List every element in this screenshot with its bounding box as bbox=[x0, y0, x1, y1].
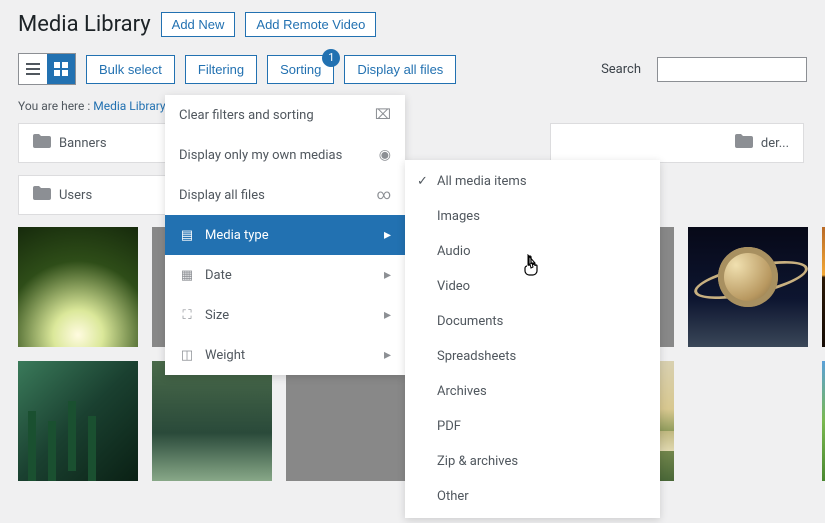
breadcrumb-sep: : bbox=[84, 99, 93, 113]
media-thumbnail[interactable] bbox=[152, 361, 272, 481]
filter-label: Date bbox=[205, 268, 232, 283]
filter-weight[interactable]: ◫ Weight ▸ bbox=[165, 335, 405, 375]
size-icon: ⛶ bbox=[179, 308, 195, 323]
filter-media-type[interactable]: ▤ Media type ▸ bbox=[165, 215, 405, 255]
filter-label: Size bbox=[205, 308, 229, 323]
search-input[interactable] bbox=[657, 57, 807, 82]
chevron-right-icon: ▸ bbox=[384, 267, 391, 283]
view-toggle bbox=[18, 53, 76, 85]
media-thumbnail[interactable] bbox=[18, 227, 138, 347]
filter-label: Display all files bbox=[179, 188, 265, 203]
folder-label: Users bbox=[59, 188, 92, 203]
folder-icon bbox=[33, 186, 51, 204]
submenu-all-media[interactable]: All media items bbox=[405, 164, 660, 199]
breadcrumb-link[interactable]: Media Library bbox=[93, 99, 165, 113]
breadcrumb-prefix: You are here bbox=[18, 99, 84, 113]
filter-label: Weight bbox=[205, 348, 245, 363]
submenu-zip[interactable]: Zip & archives bbox=[405, 444, 660, 479]
chevron-right-icon: ▸ bbox=[384, 227, 391, 243]
filtering-button[interactable]: Filtering bbox=[185, 55, 257, 84]
display-all-files-button[interactable]: Display all files bbox=[344, 55, 456, 84]
media-thumbnail[interactable] bbox=[18, 361, 138, 481]
search-label: Search bbox=[601, 62, 641, 77]
submenu-spreadsheets[interactable]: Spreadsheets bbox=[405, 339, 660, 374]
filter-display-all[interactable]: Display all files ∞ bbox=[165, 175, 405, 215]
grid-view-button[interactable] bbox=[47, 54, 75, 84]
folder-new[interactable]: der... bbox=[550, 123, 804, 163]
broom-icon: ⌧ bbox=[375, 107, 391, 123]
filter-label: Media type bbox=[205, 228, 269, 243]
filter-label: Clear filters and sorting bbox=[179, 108, 314, 123]
add-remote-video-button[interactable]: Add Remote Video bbox=[245, 12, 376, 37]
submenu-audio[interactable]: Audio bbox=[405, 234, 660, 269]
grid-icon bbox=[53, 61, 69, 77]
folder-label: Banners bbox=[59, 136, 107, 151]
media-thumbnail[interactable] bbox=[286, 361, 406, 481]
calendar-icon: ▦ bbox=[179, 268, 195, 283]
add-new-button[interactable]: Add New bbox=[161, 12, 236, 37]
filter-date[interactable]: ▦ Date ▸ bbox=[165, 255, 405, 295]
submenu-pdf[interactable]: PDF bbox=[405, 409, 660, 444]
breadcrumb: You are here : Media Library bbox=[0, 95, 825, 123]
filter-label: Display only my own medias bbox=[179, 148, 342, 163]
folder-label: der... bbox=[761, 136, 789, 151]
weight-icon: ◫ bbox=[179, 348, 195, 363]
filtering-dropdown: Clear filters and sorting ⌧ Display only… bbox=[165, 95, 405, 375]
page-title: Media Library bbox=[18, 12, 151, 37]
list-view-button[interactable] bbox=[19, 54, 47, 84]
infinity-icon: ∞ bbox=[377, 187, 391, 203]
media-type-submenu: All media items Images Audio Video Docum… bbox=[405, 160, 660, 518]
filter-only-own[interactable]: Display only my own medias ◉ bbox=[165, 135, 405, 175]
sorting-badge: 1 bbox=[322, 49, 340, 67]
chevron-right-icon: ▸ bbox=[384, 307, 391, 323]
bulk-select-button[interactable]: Bulk select bbox=[86, 55, 175, 84]
folder-icon bbox=[33, 134, 51, 152]
submenu-archives[interactable]: Archives bbox=[405, 374, 660, 409]
submenu-video[interactable]: Video bbox=[405, 269, 660, 304]
submenu-other[interactable]: Other bbox=[405, 479, 660, 514]
list-icon bbox=[25, 61, 41, 77]
media-thumbnail[interactable] bbox=[688, 227, 808, 347]
folder-icon bbox=[735, 134, 753, 152]
submenu-documents[interactable]: Documents bbox=[405, 304, 660, 339]
submenu-images[interactable]: Images bbox=[405, 199, 660, 234]
file-icon: ▤ bbox=[179, 228, 195, 243]
filter-size[interactable]: ⛶ Size ▸ bbox=[165, 295, 405, 335]
filter-clear[interactable]: Clear filters and sorting ⌧ bbox=[165, 95, 405, 135]
chevron-right-icon: ▸ bbox=[384, 347, 391, 363]
person-icon: ◉ bbox=[379, 147, 391, 163]
